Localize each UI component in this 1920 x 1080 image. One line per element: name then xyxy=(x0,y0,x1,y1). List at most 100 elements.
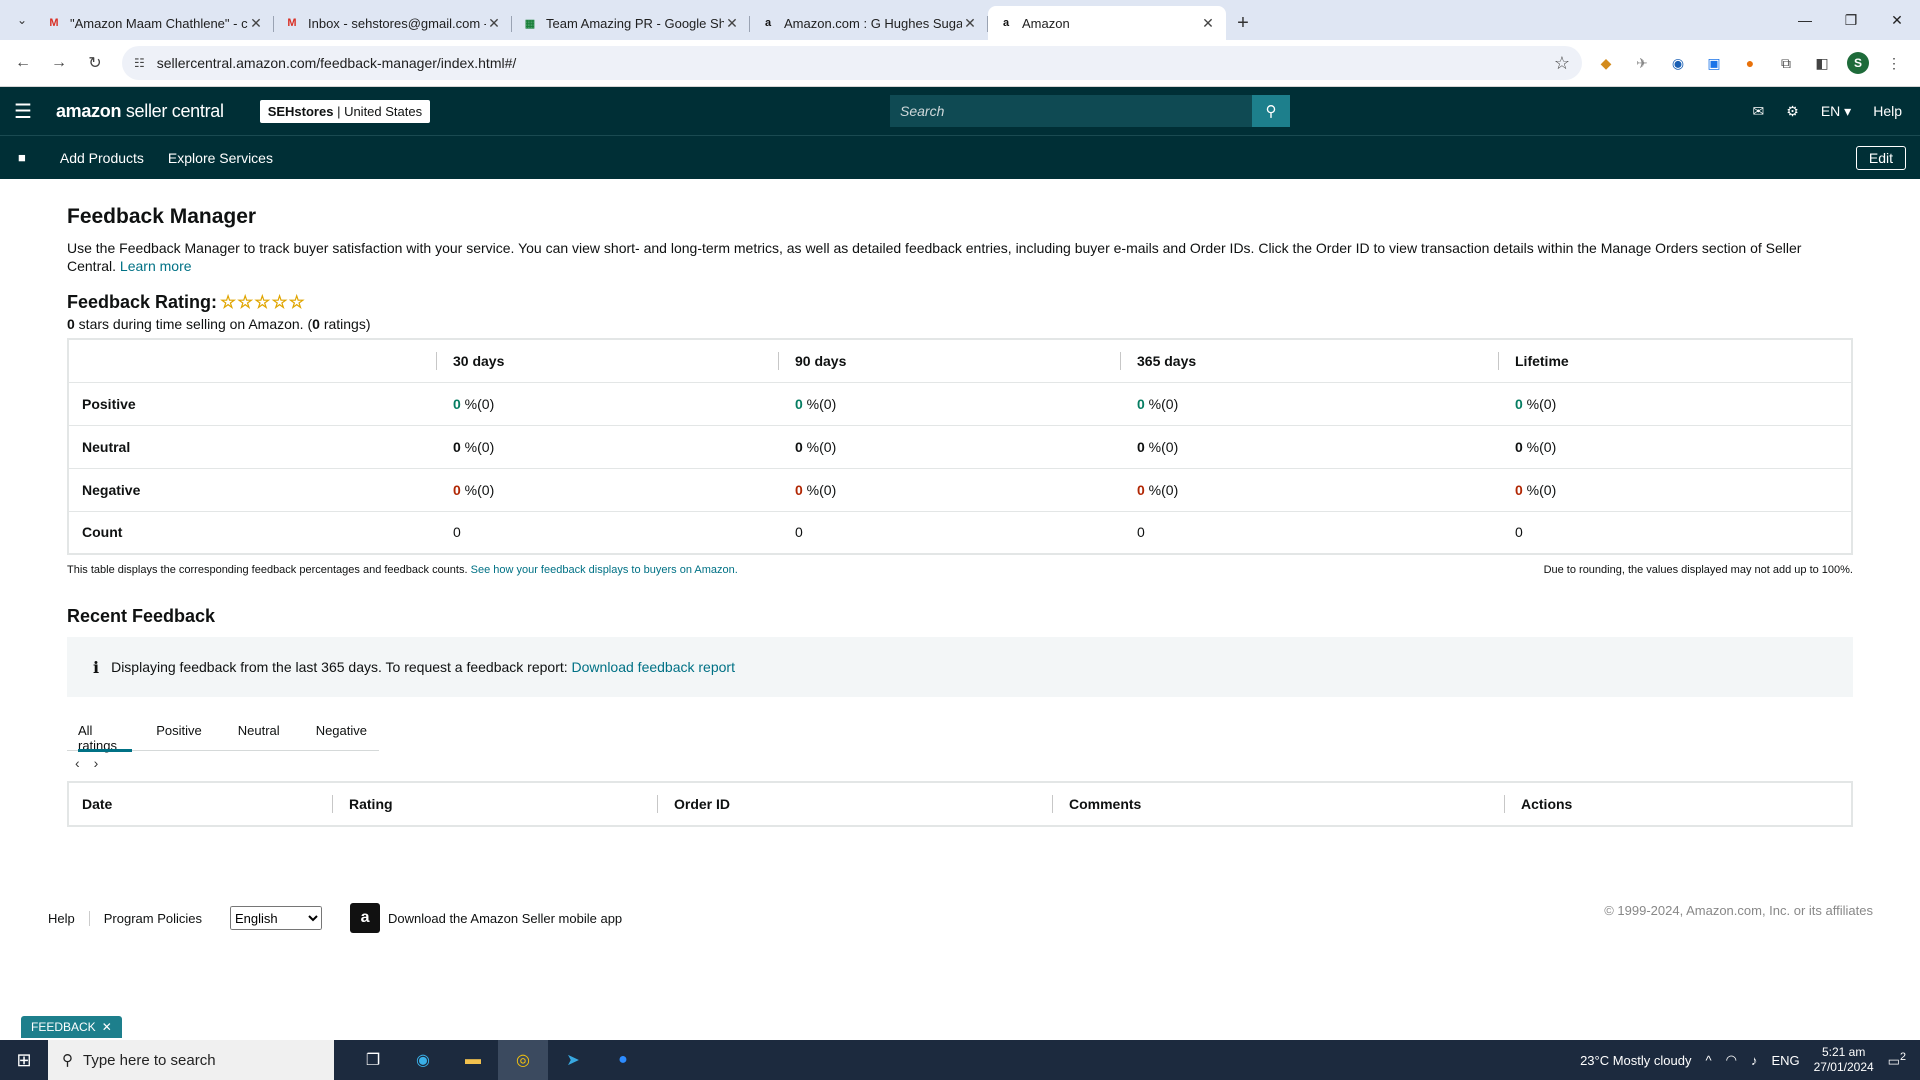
wifi-icon[interactable]: ◠ xyxy=(1726,1052,1737,1068)
restore-icon[interactable]: ❐ xyxy=(1828,0,1874,40)
metrics-cell: 0 %(0) xyxy=(1120,382,1498,426)
store-switcher[interactable]: SEHstores | United States xyxy=(259,99,431,123)
extension-icon[interactable]: ◉ xyxy=(1660,55,1696,72)
search-input[interactable] xyxy=(890,95,1252,127)
add-products-link[interactable]: Add Products xyxy=(60,150,144,166)
tab-neutral[interactable]: Neutral xyxy=(214,715,292,751)
tab-close-icon[interactable]: ✕ xyxy=(962,15,978,32)
file-explorer-icon[interactable]: ▬ xyxy=(448,1040,498,1080)
browser-tab[interactable]: ▦ Team Amazing PR - Google She ✕ xyxy=(512,6,750,40)
extension-icon[interactable]: ✈ xyxy=(1624,55,1660,72)
help-link[interactable]: Help xyxy=(1873,103,1902,119)
telegram-icon[interactable]: ➤ xyxy=(548,1040,598,1080)
col-comments[interactable]: Comments xyxy=(1052,795,1504,813)
footer-help-link[interactable]: Help xyxy=(48,910,90,926)
seller-central-header: ☰ amazon seller central SEHstores | Unit… xyxy=(0,87,1920,135)
taskbar-search[interactable]: ⚲ Type here to search xyxy=(48,1040,334,1080)
col-order-id[interactable]: Order ID xyxy=(657,795,1052,813)
side-panel-icon[interactable]: ◧ xyxy=(1804,55,1840,72)
tab-close-icon[interactable]: ✕ xyxy=(486,15,502,32)
close-window-icon[interactable]: ✕ xyxy=(1874,0,1920,40)
col-rating[interactable]: Rating xyxy=(332,795,657,813)
volume-icon[interactable]: ♪ xyxy=(1751,1053,1758,1068)
metrics-value: 0 xyxy=(1515,438,1523,455)
metrics-suffix: %(0) xyxy=(1522,481,1557,498)
metrics-cell: 0 xyxy=(1498,511,1852,554)
tab-close-icon[interactable]: ✕ xyxy=(248,15,264,32)
chevron-right-icon[interactable]: › xyxy=(94,755,99,771)
metrics-value: 0 xyxy=(795,395,803,412)
search-icon[interactable]: ⚲ xyxy=(1252,95,1290,127)
metrics-cell: 0 %(0) xyxy=(1498,468,1852,512)
address-bar[interactable]: ☷ sellercentral.amazon.com/feedback-mana… xyxy=(122,46,1582,80)
browser-menu-icon[interactable]: ⋮ xyxy=(1876,55,1912,72)
feedback-badge[interactable]: FEEDBACK ✕ xyxy=(21,1016,122,1038)
forward-icon[interactable]: → xyxy=(44,48,74,78)
browser-tab[interactable]: a Amazon.com : G Hughes Sugar ✕ xyxy=(750,6,988,40)
tab-title: Inbox - sehstores@gmail.com - xyxy=(308,15,486,31)
extension-icon[interactable]: ● xyxy=(1732,55,1768,71)
header-right-tools: ✉ ⚙ EN ▾ Help xyxy=(1753,87,1902,135)
back-icon[interactable]: ← xyxy=(8,48,38,78)
metrics-col-header: 30 days xyxy=(436,339,778,383)
tab-close-icon[interactable]: ✕ xyxy=(724,15,740,32)
tab-negative[interactable]: Negative xyxy=(292,715,379,751)
col-actions[interactable]: Actions xyxy=(1504,795,1572,813)
close-icon[interactable]: ✕ xyxy=(102,1020,112,1034)
tab-favicon-icon: M xyxy=(287,17,297,29)
mail-icon[interactable]: ✉ xyxy=(1753,103,1765,120)
url-text[interactable]: sellercentral.amazon.com/feedback-manage… xyxy=(157,55,1554,71)
clock-time: 5:21 am xyxy=(1821,1045,1866,1059)
clock[interactable]: 5:21 am 27/01/2024 xyxy=(1814,1045,1874,1075)
chrome-icon[interactable]: ◎ xyxy=(498,1040,548,1080)
metrics-value: 0 xyxy=(1515,395,1523,412)
bookmark-star-icon[interactable]: ☆ xyxy=(1554,53,1570,74)
seller-central-logo[interactable]: amazon seller central xyxy=(56,101,224,122)
extension-icon[interactable]: ▣ xyxy=(1696,55,1732,72)
extensions-puzzle-icon[interactable]: ⧉ xyxy=(1768,55,1804,72)
tab-title: "Amazon Maam Chathlene" - c xyxy=(70,15,248,31)
zoom-icon[interactable]: ● xyxy=(598,1040,648,1080)
metrics-cell: 0 xyxy=(1120,511,1498,554)
edge-icon[interactable]: ◉ xyxy=(398,1040,448,1080)
minimize-icon[interactable]: — xyxy=(1782,0,1828,40)
system-tray: 23°C Mostly cloudy ^ ◠ ♪ ENG 5:21 am 27/… xyxy=(1580,1040,1920,1080)
program-policies-link[interactable]: Program Policies xyxy=(90,911,216,926)
reload-icon[interactable]: ↻ xyxy=(80,48,110,78)
site-info-icon[interactable]: ☷ xyxy=(134,56,145,70)
language-select[interactable]: English xyxy=(230,906,323,930)
download-app-link[interactable]: Download the Amazon Seller mobile app xyxy=(388,911,622,926)
metrics-suffix: %(0) xyxy=(1522,395,1557,412)
metrics-suffix: %(0) xyxy=(1144,438,1179,455)
metrics-value: 0 xyxy=(795,524,803,541)
bookmark-icon[interactable]: ■ xyxy=(18,150,26,165)
browser-tab[interactable]: M Inbox - sehstores@gmail.com - ✕ xyxy=(274,6,512,40)
buyer-display-link[interactable]: See how your feedback displays to buyers… xyxy=(471,564,738,576)
tab-close-icon[interactable]: ✕ xyxy=(1200,15,1216,32)
browser-tab[interactable]: M "Amazon Maam Chathlene" - c ✕ xyxy=(36,6,274,40)
metrics-suffix: %(0) xyxy=(1144,395,1179,412)
col-date[interactable]: Date xyxy=(69,795,332,813)
rating-filter-tabs: All ratings Positive Neutral Negative xyxy=(67,715,379,753)
explore-services-link[interactable]: Explore Services xyxy=(168,150,273,166)
new-tab-button[interactable]: + xyxy=(1226,6,1260,40)
gear-icon[interactable]: ⚙ xyxy=(1786,103,1799,120)
language-selector[interactable]: EN ▾ xyxy=(1821,103,1851,120)
notifications-icon[interactable]: ▭2 xyxy=(1888,1051,1906,1069)
chevron-up-icon[interactable]: ^ xyxy=(1705,1053,1711,1068)
hamburger-menu-icon[interactable]: ☰ xyxy=(14,99,32,124)
download-report-link[interactable]: Download feedback report xyxy=(572,659,735,675)
extension-icon[interactable]: ◆ xyxy=(1588,55,1624,72)
profile-avatar[interactable]: S xyxy=(1840,52,1876,74)
windows-start-icon[interactable]: ⊞ xyxy=(0,1040,48,1080)
browser-tab[interactable]: a Amazon ✕ xyxy=(988,6,1226,40)
tab-positive[interactable]: Positive xyxy=(132,715,214,751)
weather-widget[interactable]: 23°C Mostly cloudy xyxy=(1580,1053,1691,1068)
learn-more-link[interactable]: Learn more xyxy=(120,258,192,274)
chevron-left-icon[interactable]: ‹ xyxy=(75,755,80,771)
input-language[interactable]: ENG xyxy=(1771,1053,1799,1068)
tab-search-icon[interactable]: ⌄ xyxy=(8,4,36,36)
edit-button[interactable]: Edit xyxy=(1855,146,1906,170)
task-view-icon[interactable]: ❐ xyxy=(348,1040,398,1080)
tab-all-ratings[interactable]: All ratings xyxy=(67,715,133,753)
